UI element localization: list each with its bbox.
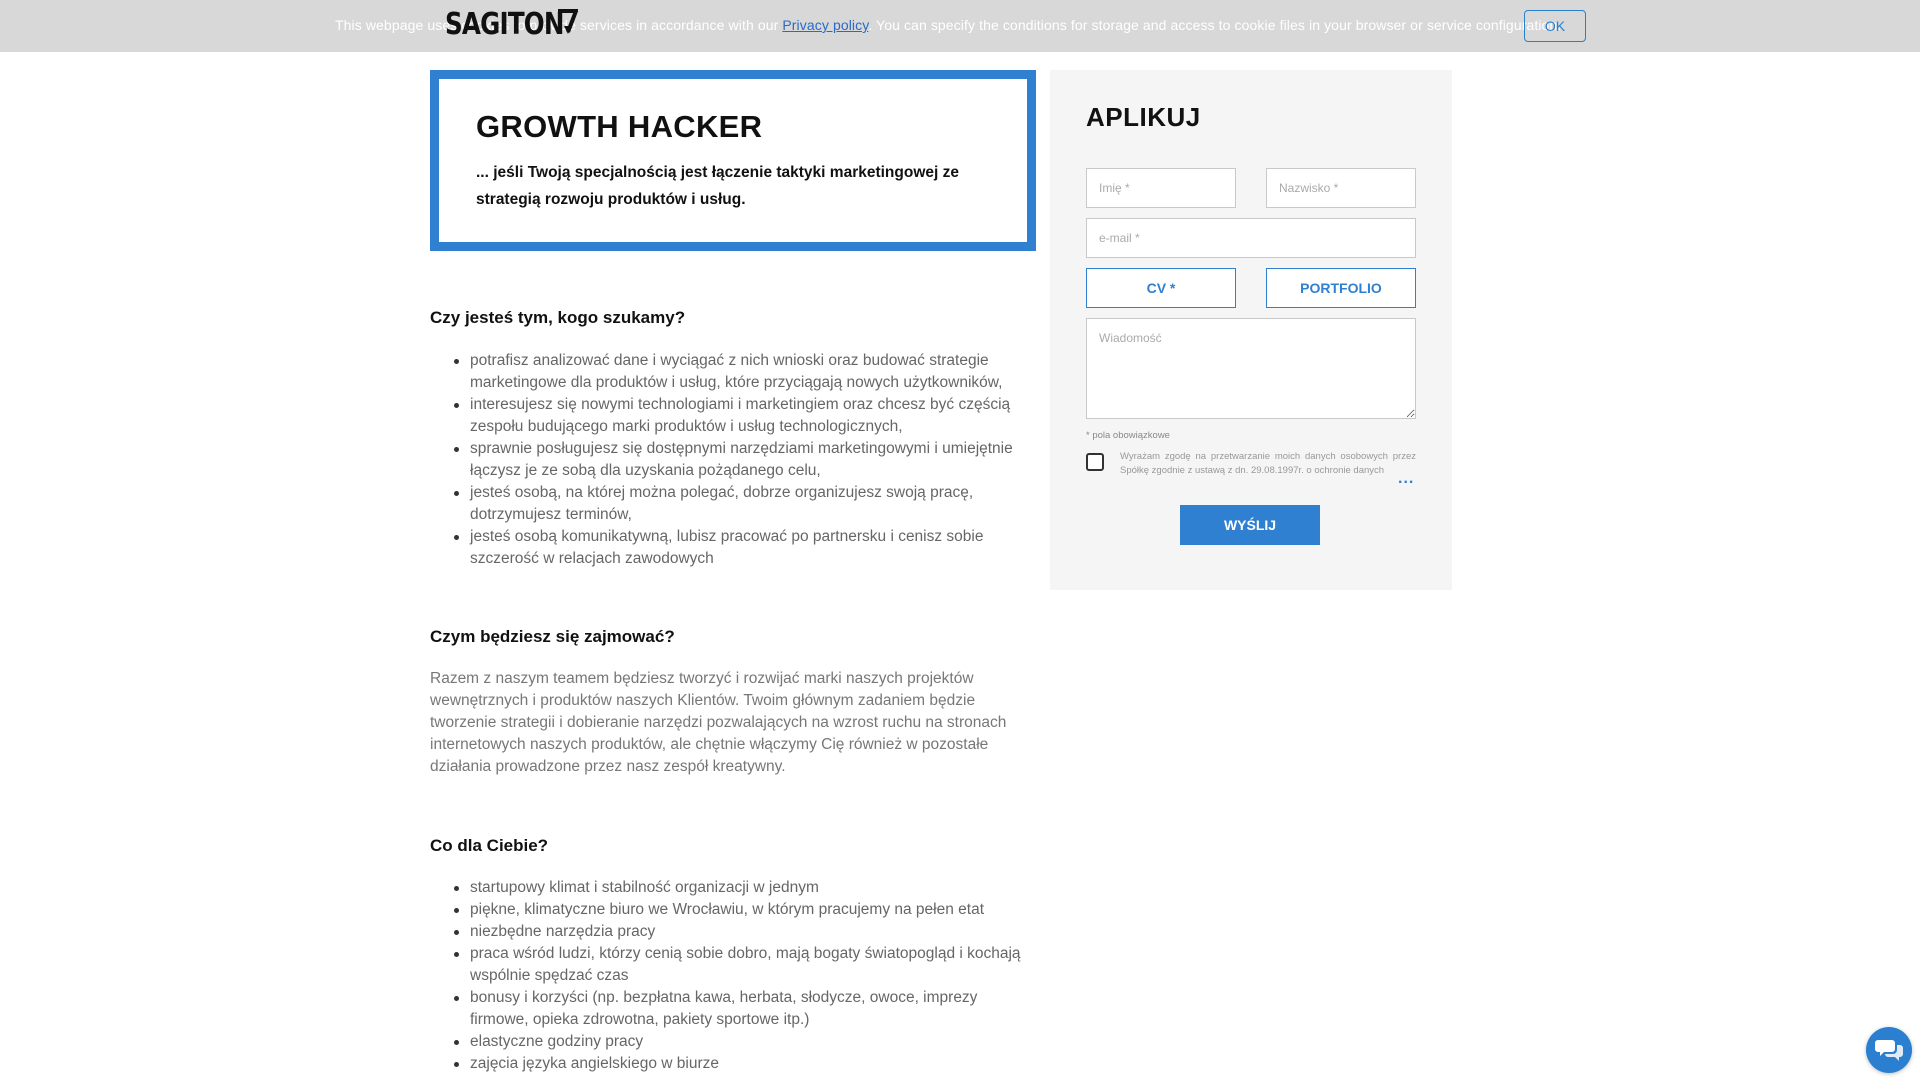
logo-text: SAGITON <box>445 7 564 42</box>
cv-upload-button[interactable]: CV * <box>1086 268 1236 308</box>
chat-widget-button[interactable] <box>1866 1027 1912 1073</box>
list-item: jesteś osobą, na której można polegać, d… <box>430 482 1040 526</box>
apply-title: APLIKUJ <box>1086 102 1201 132</box>
chat-bubbles-icon <box>1875 1040 1903 1061</box>
logo[interactable]: SAGITON <box>445 6 578 44</box>
section-heading-offer: Co dla Ciebie? <box>430 836 549 855</box>
list-item: zajęcia języka angielskiego w biurze <box>430 1053 1040 1075</box>
cookie-text-after: . You can specify the conditions for sto… <box>868 17 1562 33</box>
job-title: GROWTH HACKER <box>476 109 763 144</box>
last-name-field[interactable] <box>1266 168 1416 208</box>
cookie-ok-button[interactable]: OK <box>1524 10 1586 42</box>
list-item: potrafisz analizować dane i wyciągać z n… <box>430 350 1040 394</box>
list-item: interesujesz się nowymi technologiami i … <box>430 394 1040 438</box>
list-item: sprawnie posługujesz się dostępnymi narz… <box>430 438 1040 482</box>
list-item: elastyczne godziny pracy <box>430 1031 1040 1053</box>
list-item: niezbędne narzędzia pracy <box>430 921 1040 943</box>
list-item: startupowy klimat i stabilność organizac… <box>430 877 1040 899</box>
first-name-field[interactable] <box>1086 168 1236 208</box>
benefits-list: startupowy klimat i stabilność organizac… <box>430 877 1040 1075</box>
message-field[interactable] <box>1086 318 1416 419</box>
required-fields-note: * pola obowiązkowe <box>1086 430 1170 441</box>
list-item: bonusy i korzyści (np. bezpłatna kawa, h… <box>430 987 1040 1031</box>
consent-checkbox[interactable] <box>1086 453 1104 471</box>
cookie-bar: This webpage uses cookies to provide ser… <box>0 0 1920 52</box>
privacy-policy-link[interactable]: Privacy policy <box>782 17 868 33</box>
apply-form-panel: APLIKUJ CV * PORTFOLIO * pola obowiązkow… <box>1050 70 1452 590</box>
job-header-box: GROWTH HACKER ... jeśli Twoją specjalnoś… <box>430 70 1036 251</box>
job-subtitle: ... jeśli Twoją specjalnością jest łącze… <box>476 164 959 208</box>
portfolio-upload-button[interactable]: PORTFOLIO <box>1266 268 1416 308</box>
list-item: piękne, klimatyczne biuro we Wrocławiu, … <box>430 899 1040 921</box>
email-field[interactable] <box>1086 218 1416 258</box>
requirements-list: potrafisz analizować dane i wyciągać z n… <box>430 350 1040 570</box>
section-heading-what: Czym będziesz się zajmować? <box>430 627 675 646</box>
consent-expand-button[interactable]: ... <box>1398 471 1414 487</box>
section-heading-who: Czy jesteś tym, kogo szukamy? <box>430 308 686 327</box>
submit-button[interactable]: WYŚLIJ <box>1180 505 1320 545</box>
list-item: jesteś osobą komunikatywną, lubisz praco… <box>430 526 1040 570</box>
responsibilities-paragraph: Razem z naszym teamem będziesz tworzyć i… <box>430 670 1007 775</box>
list-item: praca wśród ludzi, którzy cenią sobie do… <box>430 943 1040 987</box>
consent-text: Wyrażam zgodę na przetwarzanie moich dan… <box>1120 451 1416 476</box>
